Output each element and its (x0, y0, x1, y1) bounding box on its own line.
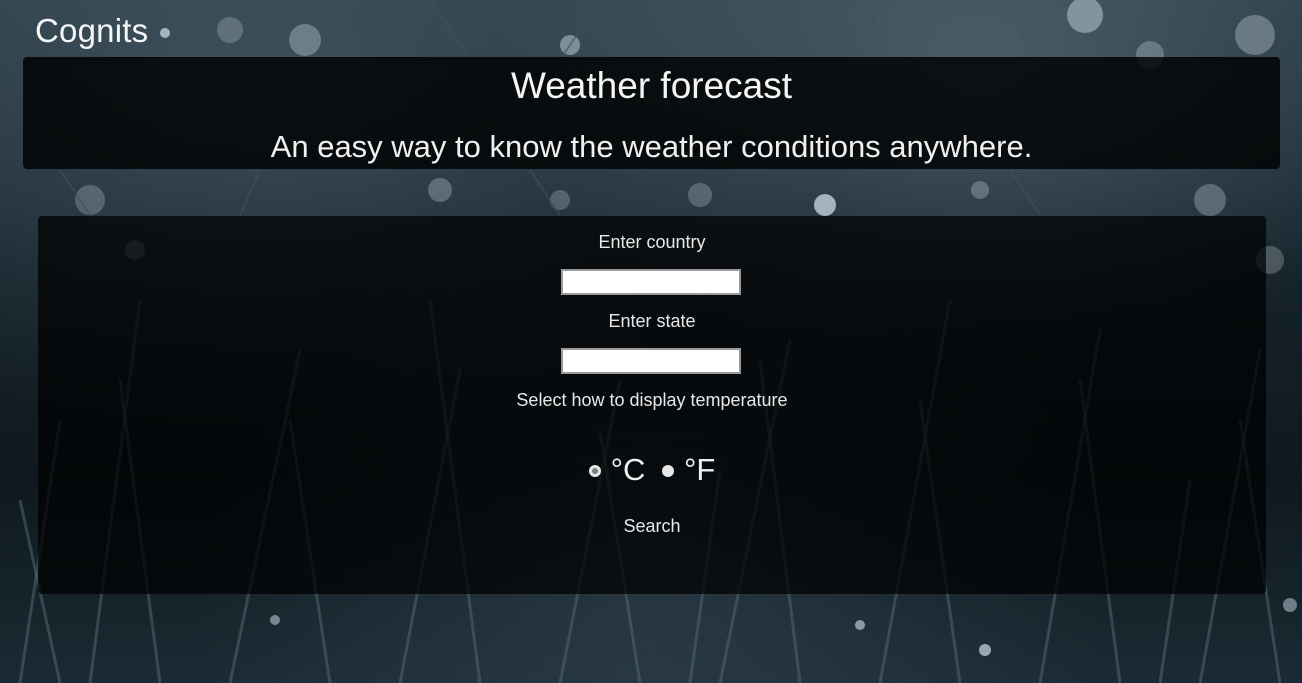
fahrenheit-radio[interactable] (662, 465, 675, 477)
search-button[interactable]: Search (608, 516, 696, 542)
state-input[interactable] (561, 348, 741, 374)
country-input[interactable] (561, 269, 741, 295)
temperature-unit-group: °C °F (38, 448, 1266, 487)
fahrenheit-label[interactable]: °F (684, 452, 715, 488)
hero-banner: Weather forecast An easy way to know the… (23, 57, 1280, 169)
celsius-radio[interactable] (588, 465, 601, 477)
unit-option-celsius[interactable]: °C (588, 452, 646, 488)
country-label: Enter country (598, 232, 706, 252)
page-subtitle: An easy way to know the weather conditio… (270, 129, 1033, 164)
brand-logo-text[interactable]: Cognits (35, 12, 148, 50)
search-form: Enter country Enter state Select how to … (38, 216, 1266, 594)
celsius-label[interactable]: °C (611, 452, 646, 488)
state-label: Enter state (608, 311, 696, 331)
unit-option-fahrenheit[interactable]: °F (662, 452, 715, 488)
temperature-unit-label: Select how to display temperature (516, 390, 788, 410)
page-title: Weather forecast (510, 65, 793, 106)
page: Cognits Weather forecast An easy way to … (0, 0, 1302, 683)
